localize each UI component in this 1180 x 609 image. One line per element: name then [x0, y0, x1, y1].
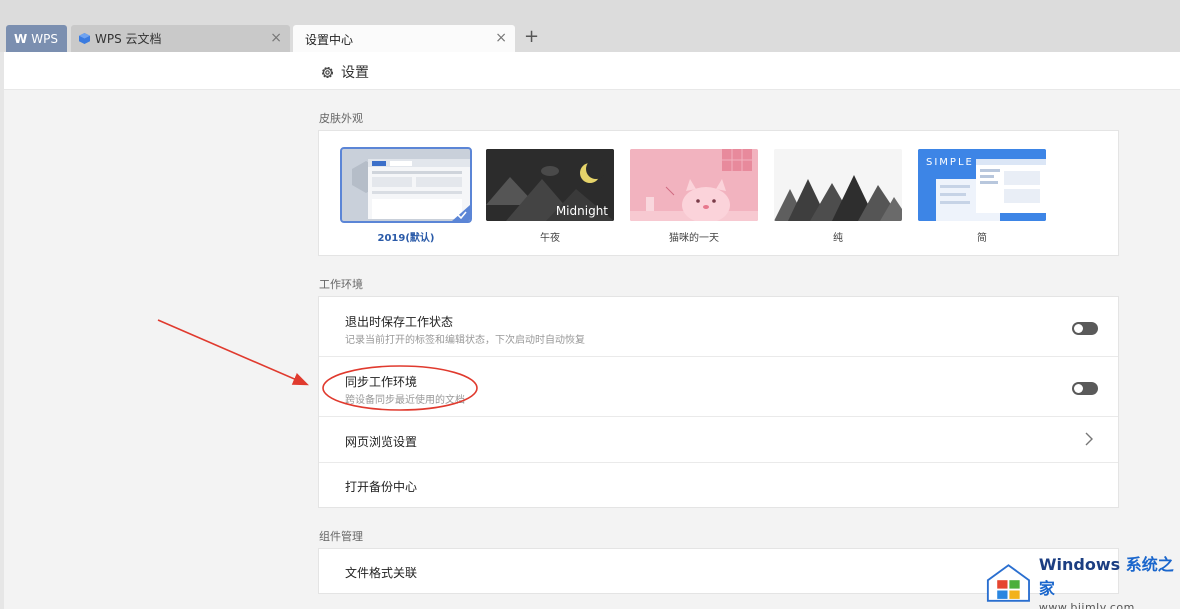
skin-preview-cat	[630, 149, 758, 221]
tab-bar: W WPS WPS 云文档 × 设置中心 × +	[0, 0, 1180, 53]
workspace-settings-list: 退出时保存工作状态 记录当前打开的标签和编辑状态，下次启动时自动恢复 同步工作环…	[318, 296, 1119, 508]
skin-name: 午夜	[540, 233, 560, 244]
close-icon[interactable]: ×	[270, 30, 282, 46]
tab-label: WPS 云文档	[95, 32, 162, 46]
skin-thumbnail-2019	[340, 147, 472, 223]
skin-preview-pure	[774, 149, 902, 221]
section-label-workspace: 工作环境	[319, 278, 363, 291]
skin-thumbnail-simple: SIMPLE	[918, 149, 1046, 221]
page-title: 设置	[320, 62, 369, 82]
skin-overlay-text: SIMPLE	[926, 157, 974, 168]
skin-option-2019[interactable]: 2019(默认)	[340, 147, 472, 244]
tab-wps[interactable]: W WPS	[6, 25, 67, 52]
skin-option-simple[interactable]: SIMPLE 简	[917, 149, 1047, 244]
skin-option-pure[interactable]: 纯	[773, 149, 903, 244]
setting-row-sync-workspace[interactable]: 同步工作环境 跨设备同步最近使用的文档	[319, 357, 1118, 417]
cloud-docs-icon	[79, 33, 90, 44]
skin-thumbnail-pure	[774, 149, 902, 221]
setting-description: 记录当前打开的标签和编辑状态，下次启动时自动恢复	[345, 335, 585, 346]
skin-panel: 2019(默认) Midnight 午夜 猫咪的一天 纯 SIMPLE 简	[318, 130, 1119, 256]
tab-label: WPS	[31, 31, 58, 46]
section-label-components: 组件管理	[319, 530, 363, 543]
windows-logo-icon	[986, 563, 1030, 602]
settings-header: 设置	[4, 52, 1180, 90]
setting-title: 打开备份中心	[345, 480, 418, 494]
skin-overlay-text: Midnight	[555, 204, 608, 218]
skin-option-midnight[interactable]: Midnight 午夜	[485, 149, 615, 244]
setting-description: 跨设备同步最近使用的文档	[345, 395, 465, 406]
skin-name: 2019(默认)	[377, 233, 435, 244]
setting-row-save-state[interactable]: 退出时保存工作状态 记录当前打开的标签和编辑状态，下次启动时自动恢复	[319, 297, 1118, 357]
wps-logo-icon: W	[14, 31, 28, 46]
sync-workspace-toggle[interactable]	[1072, 382, 1098, 395]
setting-row-backup-center[interactable]: 打开备份中心	[319, 463, 1118, 507]
skin-name: 猫咪的一天	[669, 233, 719, 244]
setting-title: 文件格式关联	[345, 566, 418, 580]
skin-option-cat[interactable]: 猫咪的一天	[629, 149, 759, 244]
new-tab-button[interactable]: +	[524, 27, 539, 47]
close-icon[interactable]: ×	[495, 30, 507, 46]
page-title-text: 设置	[341, 65, 369, 81]
site-watermark: Windows 系统之家 www.bjjmlv.com	[986, 555, 1180, 609]
annotation-arrow	[157, 319, 309, 386]
setting-title: 网页浏览设置	[345, 435, 418, 449]
watermark-brand-en: Windows	[1038, 555, 1121, 574]
tab-label: 设置中心	[305, 32, 354, 47]
left-edge	[0, 52, 4, 609]
setting-row-web-browsing[interactable]: 网页浏览设置	[319, 417, 1118, 463]
chevron-right-icon	[1085, 432, 1093, 446]
watermark-url: www.bjjmlv.com	[1038, 601, 1135, 609]
skin-thumbnail-midnight: Midnight	[486, 149, 614, 221]
skin-thumbnail-cat	[630, 149, 758, 221]
watermark-brand: Windows 系统之家	[1039, 551, 1180, 599]
gear-icon	[321, 66, 334, 78]
tab-cloud-docs[interactable]: WPS 云文档 ×	[71, 25, 290, 52]
setting-title: 退出时保存工作状态	[345, 315, 454, 329]
skin-name: 简	[977, 233, 987, 244]
section-label-skins: 皮肤外观	[319, 112, 363, 125]
skin-preview-2019	[342, 149, 470, 221]
watermark-text: Windows 系统之家 www.bjjmlv.com	[1039, 551, 1180, 609]
save-state-toggle[interactable]	[1072, 322, 1098, 335]
tab-settings-center[interactable]: 设置中心 ×	[293, 25, 515, 53]
setting-title: 同步工作环境	[345, 375, 418, 389]
skin-name: 纯	[833, 233, 843, 244]
